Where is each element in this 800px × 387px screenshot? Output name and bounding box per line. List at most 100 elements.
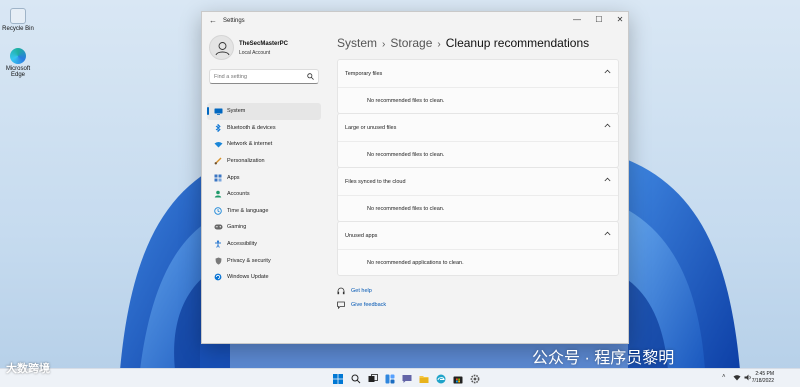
sidebar-item-label: Network & internet xyxy=(227,141,273,148)
breadcrumb-separator: › xyxy=(437,39,441,50)
section-header[interactable]: Large or unused files xyxy=(338,114,618,142)
profile-name: TheSecMasterPC xyxy=(239,41,289,47)
clock-time: 2:45 PM xyxy=(755,371,774,377)
desktop-icon-edge[interactable]: Microsoft Edge xyxy=(2,48,34,78)
chevron-up-icon[interactable] xyxy=(604,69,611,76)
sidebar-item-label: Accessibility xyxy=(227,241,257,248)
section-body: No recommended files to clean. xyxy=(338,142,618,167)
sidebar-item-label: System xyxy=(227,108,246,115)
chevron-up-icon[interactable] xyxy=(604,231,611,238)
minimize-button[interactable]: — xyxy=(570,15,584,24)
taskbar: ˄ 2:45 PM 7/18/2022 xyxy=(0,368,800,387)
link-label[interactable]: Get help xyxy=(351,288,372,294)
avatar[interactable] xyxy=(209,35,234,60)
get-help-link[interactable]: Get help xyxy=(337,287,372,295)
active-indicator xyxy=(207,107,209,115)
back-button[interactable]: ← xyxy=(209,16,217,25)
search-input[interactable] xyxy=(210,70,300,83)
taskbar-clock[interactable]: 2:45 PM 7/18/2022 xyxy=(752,371,774,385)
sidebar-item-label: Bluetooth & devices xyxy=(227,124,276,131)
shield-icon xyxy=(213,257,223,265)
breadcrumb-item-storage[interactable]: Storage xyxy=(390,36,432,50)
microsoft-store-icon[interactable] xyxy=(452,373,463,384)
search-icon[interactable] xyxy=(307,73,314,82)
section-header[interactable]: Temporary files xyxy=(338,60,618,88)
give-feedback-link[interactable]: Give feedback xyxy=(337,301,386,309)
breadcrumb: System › Storage › Cleanup recommendations xyxy=(337,36,589,50)
maximize-button[interactable]: ☐ xyxy=(592,15,606,24)
wifi-icon[interactable] xyxy=(733,374,741,383)
desktop-icon-label: Microsoft Edge xyxy=(5,66,31,78)
sidebar-item-windows-update[interactable]: Windows Update xyxy=(207,269,321,286)
clock-date: 7/18/2022 xyxy=(751,378,774,384)
title-bar: ← Settings — ☐ ✕ xyxy=(202,12,628,30)
section-message: No recommended files to clean. xyxy=(367,98,445,104)
wifi-icon xyxy=(213,141,223,148)
close-button[interactable]: ✕ xyxy=(613,15,627,24)
section-body: No recommended files to clean. xyxy=(338,196,618,221)
search-icon[interactable] xyxy=(350,373,361,384)
sidebar-nav: System Bluetooth & devices Network & int… xyxy=(207,103,321,286)
file-explorer-icon[interactable] xyxy=(418,373,429,384)
breadcrumb-item-system[interactable]: System xyxy=(337,36,377,50)
sidebar-item-label: Time & language xyxy=(227,207,269,214)
edge-icon xyxy=(10,48,26,64)
sidebar-item-label: Accounts xyxy=(227,191,250,198)
sidebar-item-label: Windows Update xyxy=(227,274,269,281)
chevron-up-icon[interactable] xyxy=(604,123,611,130)
link-label[interactable]: Give feedback xyxy=(351,302,386,308)
section-header[interactable]: Unused apps xyxy=(338,222,618,250)
chevron-up-icon[interactable]: ˄ xyxy=(722,374,726,380)
gamepad-icon xyxy=(213,224,223,230)
settings-icon[interactable] xyxy=(469,373,480,384)
apps-icon xyxy=(213,174,223,182)
watermark-right: 公众号 · 程序员黎明 xyxy=(532,350,675,367)
sidebar-item-privacy-security[interactable]: Privacy & security xyxy=(207,252,321,269)
window-title: Settings xyxy=(223,18,245,24)
section-message: No recommended files to clean. xyxy=(367,206,445,212)
sidebar-item-accounts[interactable]: Accounts xyxy=(207,186,321,203)
sidebar-item-label: Apps xyxy=(227,174,240,181)
section-header[interactable]: Files synced to the cloud xyxy=(338,168,618,196)
settings-window: ← Settings — ☐ ✕ TheSecMasterPC Local Ac… xyxy=(201,11,629,344)
feedback-icon xyxy=(337,301,347,309)
section-title: Files synced to the cloud xyxy=(345,179,406,185)
help-icon xyxy=(337,287,347,295)
windows-start-icon[interactable] xyxy=(332,373,343,384)
brush-icon xyxy=(213,157,223,165)
desktop-icon-label: Recycle Bin xyxy=(2,26,34,32)
search-box[interactable] xyxy=(209,69,319,84)
section-body: No recommended applications to clean. xyxy=(338,250,618,275)
update-icon xyxy=(213,273,223,281)
section-body: No recommended files to clean. xyxy=(338,88,618,113)
section-title: Temporary files xyxy=(345,71,383,77)
bluetooth-icon xyxy=(213,123,223,132)
sidebar-item-label: Gaming xyxy=(227,224,247,231)
desktop-icon-recycle-bin[interactable]: Recycle Bin xyxy=(2,8,34,32)
sidebar-item-accessibility[interactable]: Accessibility xyxy=(207,236,321,253)
widgets-icon[interactable] xyxy=(384,373,395,384)
section-message: No recommended applications to clean. xyxy=(367,260,464,266)
watermark-left: 大数跨境 xyxy=(6,363,50,375)
sidebar-item-time-language[interactable]: Time & language xyxy=(207,203,321,220)
sidebar-item-apps[interactable]: Apps xyxy=(207,169,321,186)
sidebar-item-network[interactable]: Network & internet xyxy=(207,136,321,153)
sidebar-item-bluetooth[interactable]: Bluetooth & devices xyxy=(207,120,321,137)
recycle-bin-icon xyxy=(10,8,26,24)
task-view-icon[interactable] xyxy=(367,373,378,384)
edge-icon[interactable] xyxy=(435,373,446,384)
person-icon xyxy=(213,190,223,198)
person-icon xyxy=(215,42,230,56)
breadcrumb-separator: › xyxy=(382,39,386,50)
sidebar-item-personalization[interactable]: Personalization xyxy=(207,153,321,170)
section-files-synced-cloud: Files synced to the cloud No recommended… xyxy=(337,167,619,222)
monitor-icon xyxy=(213,108,223,115)
teams-chat-icon[interactable] xyxy=(401,373,412,384)
chevron-up-icon[interactable] xyxy=(604,177,611,184)
section-title: Unused apps xyxy=(345,233,378,239)
section-title: Large or unused files xyxy=(345,125,397,131)
section-unused-apps: Unused apps No recommended applications … xyxy=(337,221,619,276)
section-temporary-files: Temporary files No recommended files to … xyxy=(337,59,619,114)
sidebar-item-system[interactable]: System xyxy=(207,103,321,120)
sidebar-item-gaming[interactable]: Gaming xyxy=(207,219,321,236)
